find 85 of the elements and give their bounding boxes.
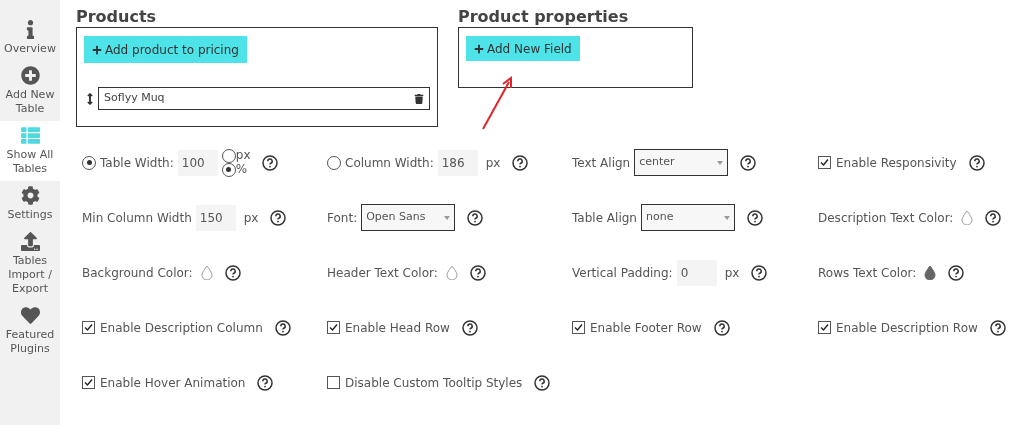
help-icon[interactable]: [985, 209, 1002, 226]
setting-label: Enable Hover Animation: [100, 374, 246, 392]
caret-icon: [444, 215, 451, 220]
color-swatch[interactable]: [924, 265, 937, 280]
number-field[interactable]: 0: [676, 259, 717, 286]
setting-label: Table Width:: [100, 154, 174, 172]
help-icon[interactable]: [948, 264, 965, 281]
number-field[interactable]: 186: [437, 149, 478, 176]
add-product-button[interactable]: Add product to pricing: [84, 36, 247, 63]
radio-button[interactable]: [82, 155, 96, 170]
caret-icon: [723, 215, 730, 220]
help-icon[interactable]: [262, 154, 279, 171]
sidebar-item[interactable]: Settings: [0, 181, 60, 227]
setting-label: Min Column Width: [82, 209, 192, 227]
caret-icon: [717, 160, 724, 165]
help-icon[interactable]: [270, 209, 287, 226]
help-icon[interactable]: [968, 154, 985, 171]
setting-label: Enable Description Column: [100, 319, 263, 337]
sidebar-item[interactable]: Featured Plugins: [0, 301, 60, 361]
settings-icon: [20, 186, 40, 205]
radio-button[interactable]: [221, 148, 236, 163]
section-title: Product properties: [458, 6, 630, 27]
help-icon[interactable]: [746, 209, 763, 226]
help-icon[interactable]: [989, 319, 1006, 336]
product-field[interactable]: Soflyy Muq: [98, 87, 430, 110]
setting-label: Header Text Color:: [327, 264, 438, 282]
color-swatch[interactable]: [200, 265, 213, 280]
checkbox[interactable]: [82, 376, 95, 389]
help-icon[interactable]: [740, 154, 757, 171]
sidebar-item[interactable]: Add New Table: [0, 61, 60, 121]
help-icon[interactable]: [274, 319, 291, 336]
radio-button[interactable]: [327, 155, 341, 170]
checkbox[interactable]: [818, 156, 831, 169]
setting-label: Rows Text Color:: [818, 264, 917, 282]
checkbox[interactable]: [82, 321, 95, 334]
unit-label: px: [235, 150, 251, 161]
checkbox[interactable]: [327, 376, 340, 389]
help-icon[interactable]: [751, 264, 768, 281]
upload-icon: [20, 232, 40, 251]
setting-label: Font:: [327, 209, 358, 227]
list-icon: [20, 126, 40, 145]
unit-label: %: [235, 164, 248, 175]
checkbox[interactable]: [572, 321, 585, 334]
setting-label: Enable Responsivity: [836, 154, 957, 172]
setting-label: Description Text Color:: [818, 209, 954, 227]
checkbox[interactable]: [327, 321, 340, 334]
radio-button[interactable]: [221, 162, 236, 177]
setting-label: Text Align: [572, 154, 631, 172]
setting-label: Column Width:: [345, 154, 434, 172]
sidebar-item[interactable]: Overview: [0, 15, 60, 61]
checkbox[interactable]: [818, 321, 831, 334]
sidebar-item[interactable]: Tables Import / Export: [0, 227, 60, 301]
heart-icon: [20, 306, 40, 325]
color-swatch[interactable]: [961, 210, 974, 225]
help-icon[interactable]: [713, 319, 730, 336]
unit-label: px: [724, 264, 740, 282]
setting-label: Enable Footer Row: [590, 319, 702, 337]
dropdown[interactable]: Open Sans: [361, 204, 456, 231]
number-field[interactable]: 100: [177, 149, 218, 176]
help-icon[interactable]: [534, 374, 551, 391]
help-icon[interactable]: [467, 209, 484, 226]
setting-label: Vertical Padding:: [572, 264, 673, 282]
section-title: Products: [76, 6, 158, 27]
add-field-button[interactable]: Add New Field: [466, 36, 580, 61]
plus-icon: [92, 44, 102, 55]
help-icon[interactable]: [461, 319, 478, 336]
unit-label: px: [485, 154, 501, 172]
trash-icon[interactable]: [414, 93, 424, 104]
setting-label: Background Color:: [82, 264, 193, 282]
help-icon[interactable]: [224, 264, 241, 281]
setting-label: Disable Custom Tooltip Styles: [345, 374, 523, 392]
help-icon[interactable]: [512, 154, 529, 171]
unit-label: px: [243, 209, 259, 227]
number-field[interactable]: 150: [195, 204, 236, 231]
sidebar-item[interactable]: Show All Tables: [0, 121, 60, 181]
setting-label: Table Align: [572, 209, 637, 227]
setting-label: Enable Head Row: [345, 319, 450, 337]
dropdown[interactable]: none: [640, 204, 735, 231]
annotation-arrow: [481, 76, 515, 131]
color-swatch[interactable]: [445, 265, 458, 280]
help-icon[interactable]: [257, 374, 274, 391]
help-icon[interactable]: [469, 264, 486, 281]
plus-icon: [474, 43, 484, 54]
setting-label: Enable Description Row: [836, 319, 978, 337]
dropdown[interactable]: center: [634, 149, 729, 176]
